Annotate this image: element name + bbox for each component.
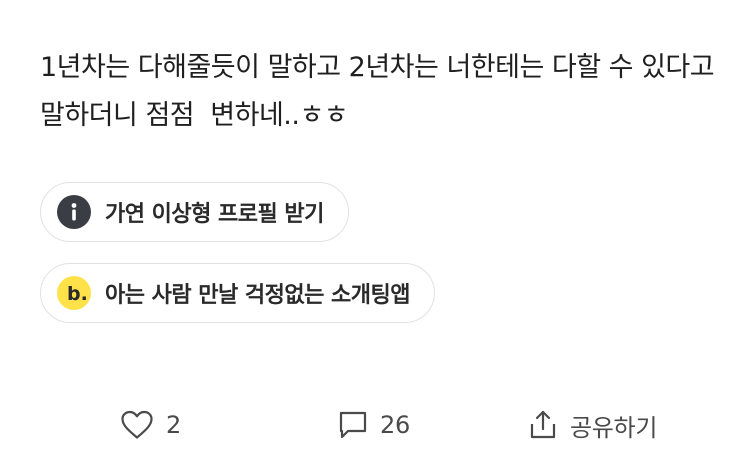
info-icon <box>57 195 91 229</box>
comment-icon <box>338 410 368 440</box>
comment-button[interactable]: 26 <box>338 400 410 450</box>
brand-b-icon: b. <box>57 276 91 310</box>
svg-text:b.: b. <box>67 283 88 305</box>
promo-chip-label: 아는 사람 만날 걱정없는 소개팅앱 <box>105 283 411 308</box>
share-button[interactable]: 공유하기 <box>528 400 657 450</box>
share-label: 공유하기 <box>570 413 658 442</box>
share-icon <box>528 409 558 441</box>
post-action-bar: 2 26 공유하기 <box>0 400 750 450</box>
promo-chip-dating-app[interactable]: b. 아는 사람 만날 걱정없는 소개팅앱 <box>40 263 435 323</box>
promo-chip-profile[interactable]: 가연 이상형 프로필 받기 <box>40 182 349 242</box>
like-button[interactable]: 2 <box>120 400 181 450</box>
like-count: 2 <box>166 411 181 439</box>
comment-count: 26 <box>380 411 410 439</box>
promo-chip-label: 가연 이상형 프로필 받기 <box>105 202 324 227</box>
post-body-text: 1년차는 다해줄듯이 말하고 2년차는 너한테는 다할 수 있다고 말하더니 점… <box>40 52 723 131</box>
heart-icon <box>120 410 154 440</box>
